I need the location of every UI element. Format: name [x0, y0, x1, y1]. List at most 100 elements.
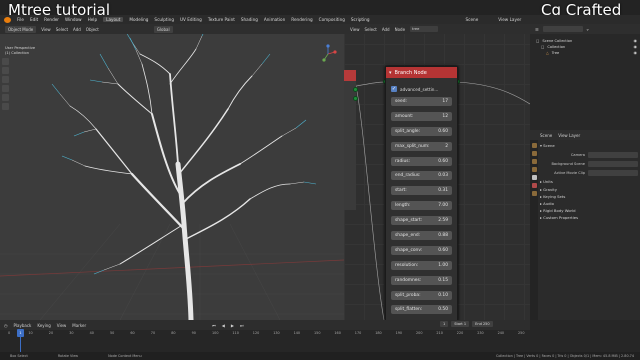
tab-rendering[interactable]: Rendering — [291, 17, 312, 22]
rotate-tool-icon[interactable] — [2, 85, 9, 92]
scale-tool-icon[interactable] — [2, 94, 9, 101]
mode-selector[interactable]: Object Mode — [5, 25, 37, 33]
output-tab-icon[interactable] — [531, 159, 537, 164]
timeline-menu-keying[interactable]: Keying — [37, 323, 50, 328]
tab-shading[interactable]: Shading — [241, 17, 258, 22]
tab-modeling[interactable]: Modeling — [129, 17, 148, 22]
node-menu-node[interactable]: Node — [395, 27, 405, 32]
cursor-tool-icon[interactable] — [2, 67, 9, 74]
tab-layout[interactable]: Layout — [103, 17, 124, 22]
blender-logo-icon[interactable] — [4, 16, 11, 23]
menu-window[interactable]: Window — [65, 17, 82, 22]
tool-tab-icon[interactable] — [531, 143, 537, 148]
timeline-ruler[interactable]: 0 10 20 30 40 50 60 70 80 90 100 110 120 130 140 150 160… — [0, 330, 530, 338]
tree-function-node-header[interactable] — [344, 70, 356, 81]
node-property-field[interactable]: shape_conv: 0.60 — [391, 245, 452, 255]
node-property-field[interactable]: randomnes: 0.15 — [391, 275, 452, 285]
timeline-menu-marker[interactable]: Marker — [72, 323, 86, 328]
timeline-menu-playback[interactable]: Playback — [14, 323, 32, 328]
menu-help[interactable]: Help — [88, 17, 98, 22]
viewport-menu-view[interactable]: View — [41, 27, 51, 32]
node-property-field[interactable]: seed: 17 — [391, 97, 452, 106]
tab-texture-paint[interactable]: Texture Paint — [208, 17, 235, 22]
outliner-search-input[interactable] — [542, 26, 583, 32]
node-property-field[interactable]: split_flatten: 0.50 — [391, 305, 452, 315]
scene-selector[interactable]: Scene — [466, 17, 479, 22]
section-units[interactable]: ▸ Units — [540, 178, 638, 187]
node-output-socket[interactable] — [353, 87, 358, 92]
axis-gizmo-icon[interactable] — [318, 44, 338, 64]
node-property-field[interactable]: shape_end: 0.88 — [391, 231, 452, 241]
view-layer-selector[interactable]: View Layer — [498, 17, 521, 22]
tab-sculpting[interactable]: Sculpting — [154, 17, 174, 22]
scene-tab-icon[interactable] — [531, 175, 537, 180]
section-audio[interactable]: ▸ Audio — [540, 200, 638, 207]
branch-node[interactable]: ▾ Branch Node ✓ advanced_settin... seed:… — [385, 66, 458, 345]
end-frame-field[interactable]: End 250 — [472, 321, 493, 327]
view-layer-tab-icon[interactable] — [531, 167, 537, 172]
select-tool-icon[interactable] — [2, 58, 9, 65]
play-icon[interactable]: ▶ — [231, 323, 234, 328]
play-reverse-icon[interactable]: ◀ — [222, 323, 225, 328]
object-tab-icon[interactable] — [531, 191, 537, 196]
node-property-field[interactable]: radius: 0.60 — [391, 156, 452, 166]
node-property-field[interactable]: length: 7.00 — [391, 201, 452, 211]
menu-render[interactable]: Render — [44, 17, 59, 22]
navigation-gizmo[interactable] — [318, 44, 338, 64]
node-property-field[interactable]: split_proba: 0.10 — [391, 290, 452, 300]
node-property-field[interactable]: max_split_num: 2 — [391, 141, 452, 151]
node-property-field[interactable]: shape_start: 2.59 — [391, 216, 452, 226]
node-property-field[interactable]: amount: 12 — [391, 111, 452, 121]
checkbox-checked-icon[interactable]: ✓ — [391, 86, 397, 92]
filter-icon[interactable]: ▿ — [587, 27, 589, 32]
collapse-chevron-icon[interactable]: ▾ — [389, 70, 392, 76]
advanced-settings-toggle[interactable]: ✓ advanced_settin... — [386, 81, 457, 97]
section-custom-properties[interactable]: ▸ Custom Properties — [540, 214, 638, 221]
node-menu-select[interactable]: Select — [365, 27, 377, 32]
tab-view-layer[interactable]: View Layer — [558, 133, 580, 138]
tab-compositing[interactable]: Compositing — [319, 17, 345, 22]
camera-value[interactable] — [588, 152, 638, 159]
viewport-menu-select[interactable]: Select — [56, 27, 68, 32]
jump-start-icon[interactable]: ⏮ — [212, 323, 216, 328]
outliner[interactable]: □ Scene Collection □ Collection △ Tree ◉… — [530, 24, 640, 130]
node-property-field[interactable]: split_angle: 0.60 — [391, 126, 452, 136]
eye-icon[interactable]: ◉ — [634, 38, 638, 43]
timeline-editor-icon[interactable]: ◷ — [4, 323, 8, 328]
node-menu-add[interactable]: Add — [382, 27, 390, 32]
start-frame-field[interactable]: Start 1 — [451, 321, 470, 327]
node-property-field[interactable]: start: 0.31 — [391, 186, 452, 196]
section-gravity[interactable]: ▸ Gravity — [540, 186, 638, 193]
tab-scene[interactable]: Scene — [540, 133, 552, 138]
tab-scripting[interactable]: Scripting — [351, 17, 370, 22]
outliner-editor-icon[interactable]: ☰ — [535, 27, 539, 32]
section-keying-sets[interactable]: ▸ Keying Sets — [540, 193, 638, 200]
viewport-menu-add[interactable]: Add — [73, 27, 81, 32]
playhead[interactable]: 1 — [17, 329, 24, 337]
render-tab-icon[interactable] — [531, 151, 537, 156]
branch-node-header[interactable]: ▾ Branch Node — [386, 67, 457, 78]
menu-edit[interactable]: Edit — [30, 17, 38, 22]
transform-orientation[interactable]: Global — [153, 25, 173, 33]
3d-viewport[interactable] — [0, 24, 344, 320]
menu-file[interactable]: File — [17, 17, 24, 22]
node-property-field[interactable]: end_radius: 0.03 — [391, 171, 452, 181]
movie-clip-value[interactable] — [588, 170, 638, 177]
eye-icon[interactable]: ◉ — [634, 44, 638, 49]
background-scene-value[interactable] — [588, 161, 638, 168]
transform-tool-icon[interactable] — [2, 103, 9, 110]
world-tab-icon[interactable] — [531, 183, 537, 188]
eye-icon[interactable]: ◉ — [634, 50, 638, 55]
section-rigid-body-world[interactable]: ▸ Rigid Body World — [540, 207, 638, 214]
viewport-menu-object[interactable]: Object — [86, 27, 99, 32]
section-scene[interactable]: ▾ Scene — [540, 142, 638, 151]
timeline-menu-view[interactable]: View — [57, 323, 67, 328]
outliner-item-tree[interactable]: △ Tree — [536, 50, 572, 56]
node-menu-view[interactable]: View — [350, 27, 360, 32]
node-output-socket[interactable] — [353, 96, 358, 101]
node-property-field[interactable]: resolution: 1.00 — [391, 260, 452, 270]
current-frame-field[interactable]: 1 — [440, 321, 449, 327]
tab-uv-editing[interactable]: UV Editing — [180, 17, 202, 22]
move-tool-icon[interactable] — [2, 76, 9, 83]
jump-end-icon[interactable]: ⏭ — [240, 323, 244, 328]
